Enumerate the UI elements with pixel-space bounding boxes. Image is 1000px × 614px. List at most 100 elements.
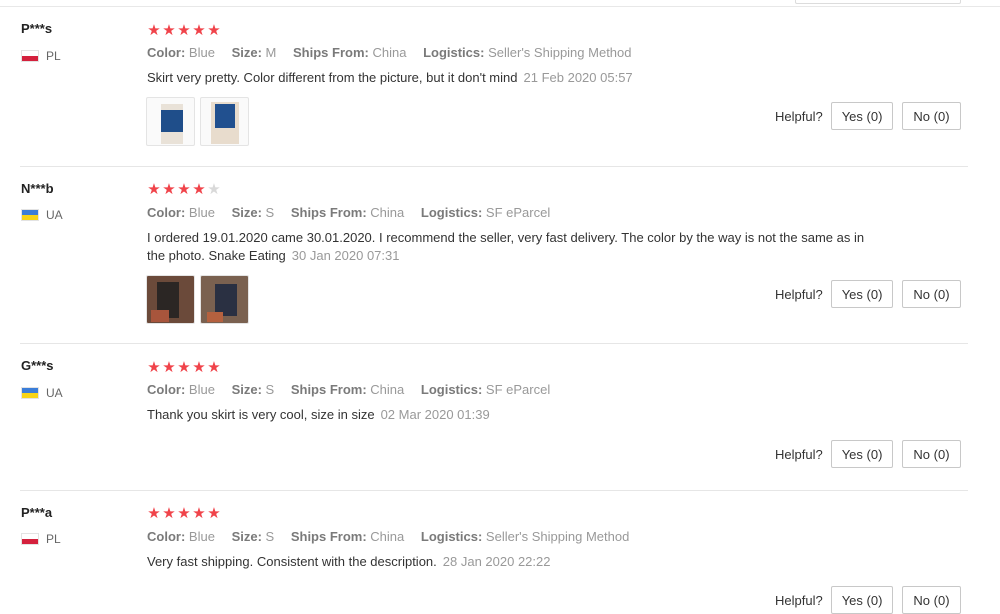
logistics-label: Logistics:	[423, 45, 485, 60]
review-text: Very fast shipping. Consistent with the …	[147, 553, 887, 571]
size-label: Size:	[231, 205, 262, 220]
reviewer-name: G***s	[21, 358, 54, 373]
helpful-yes-button[interactable]: Yes (0)	[830, 280, 894, 308]
star-icon: ★	[177, 181, 191, 198]
color-value: Blue	[188, 382, 215, 397]
sort-dropdown[interactable]	[795, 0, 961, 4]
star-icon: ★	[207, 22, 221, 39]
helpful-vote-row: Helpful? Yes (0) No (0)	[775, 440, 961, 468]
review-photo-thumbnail[interactable]	[146, 275, 195, 324]
star-icon: ★	[162, 22, 176, 39]
review-sku-info: Color: Blue Size: M Ships From: China Lo…	[147, 45, 645, 60]
star-icon: ★	[192, 22, 206, 39]
poland-flag-icon	[21, 50, 39, 62]
review-text: I ordered 19.01.2020 came 30.01.2020. I …	[147, 229, 872, 265]
ships-from-value: China	[370, 529, 405, 544]
reviewer-country: PL	[21, 532, 61, 546]
reviewer-name: N***b	[21, 181, 54, 196]
ships-from-label: Ships From:	[290, 205, 367, 220]
logistics-label: Logistics:	[420, 205, 483, 220]
star-empty-icon: ★	[207, 181, 221, 198]
star-icon: ★	[192, 505, 206, 522]
star-icon: ★	[147, 359, 161, 376]
ships-from-label: Ships From:	[290, 382, 367, 397]
review-body: Skirt very pretty. Color different from …	[147, 70, 518, 85]
star-rating: ★ ★ ★ ★ ★	[147, 22, 221, 39]
size-value: S	[265, 205, 275, 220]
review-date: 02 Mar 2020 01:39	[380, 407, 490, 422]
review-photo-thumbnail[interactable]	[200, 97, 249, 146]
country-code: PL	[46, 49, 61, 63]
star-icon: ★	[192, 181, 206, 198]
star-rating: ★ ★ ★ ★ ★	[147, 359, 221, 376]
review-divider	[20, 166, 968, 167]
poland-flag-icon	[21, 533, 39, 545]
helpful-vote-row: Helpful? Yes (0) No (0)	[775, 280, 961, 308]
star-icon: ★	[177, 22, 191, 39]
helpful-label: Helpful?	[775, 108, 823, 124]
logistics-value: Seller's Shipping Method	[485, 529, 630, 544]
reviewer-name: P***a	[21, 505, 53, 520]
star-icon: ★	[192, 359, 206, 376]
logistics-value: Seller's Shipping Method	[488, 45, 632, 60]
country-code: UA	[46, 208, 63, 222]
star-icon: ★	[162, 505, 176, 522]
review-photo-thumbnail[interactable]	[146, 97, 195, 146]
star-rating: ★ ★ ★ ★ ★	[147, 181, 221, 198]
star-icon: ★	[162, 359, 176, 376]
size-label: Size:	[231, 382, 262, 397]
review-date: 21 Feb 2020 05:57	[523, 70, 633, 85]
star-icon: ★	[177, 359, 191, 376]
review-sku-info: Color: Blue Size: S Ships From: China Lo…	[147, 382, 563, 397]
logistics-label: Logistics:	[420, 382, 483, 397]
helpful-yes-button[interactable]: Yes (0)	[830, 586, 894, 614]
size-label: Size:	[231, 529, 262, 544]
reviewer-name: P***s	[21, 21, 53, 36]
ships-from-value: China	[372, 45, 407, 60]
helpful-no-button[interactable]: No (0)	[902, 440, 961, 468]
reviewer-country: UA	[21, 208, 63, 222]
helpful-yes-button[interactable]: Yes (0)	[830, 440, 894, 468]
star-icon: ★	[147, 181, 161, 198]
size-value: M	[265, 45, 277, 60]
ukraine-flag-icon	[21, 209, 39, 221]
helpful-no-button[interactable]: No (0)	[902, 102, 961, 130]
review-photos	[146, 97, 249, 146]
country-code: PL	[46, 532, 61, 546]
review-sku-info: Color: Blue Size: S Ships From: China Lo…	[147, 205, 563, 220]
star-icon: ★	[207, 505, 221, 522]
color-value: Blue	[188, 45, 215, 60]
helpful-label: Helpful?	[775, 446, 823, 462]
review-text: Thank you skirt is very cool, size in si…	[147, 406, 887, 424]
size-value: S	[265, 382, 275, 397]
size-label: Size:	[231, 45, 262, 60]
star-icon: ★	[147, 22, 161, 39]
color-label: Color:	[147, 382, 186, 397]
helpful-vote-row: Helpful? Yes (0) No (0)	[775, 102, 961, 130]
ships-from-label: Ships From:	[290, 529, 367, 544]
size-value: S	[265, 529, 275, 544]
review-body: Thank you skirt is very cool, size in si…	[147, 407, 375, 422]
color-value: Blue	[188, 205, 215, 220]
helpful-yes-button[interactable]: Yes (0)	[830, 102, 894, 130]
review-photo-thumbnail[interactable]	[200, 275, 249, 324]
review-divider	[20, 490, 968, 491]
logistics-label: Logistics:	[420, 529, 483, 544]
star-icon: ★	[147, 505, 161, 522]
review-body: I ordered 19.01.2020 came 30.01.2020. I …	[147, 230, 865, 263]
color-value: Blue	[188, 529, 215, 544]
helpful-vote-row: Helpful? Yes (0) No (0)	[775, 586, 961, 614]
review-body: Very fast shipping. Consistent with the …	[147, 554, 437, 569]
logistics-value: SF eParcel	[485, 382, 551, 397]
star-rating: ★ ★ ★ ★ ★	[147, 505, 221, 522]
helpful-no-button[interactable]: No (0)	[902, 280, 961, 308]
star-icon: ★	[207, 359, 221, 376]
review-date: 30 Jan 2020 07:31	[291, 248, 400, 263]
helpful-label: Helpful?	[775, 286, 823, 302]
helpful-no-button[interactable]: No (0)	[902, 586, 961, 614]
country-code: UA	[46, 386, 63, 400]
review-sku-info: Color: Blue Size: S Ships From: China Lo…	[147, 529, 642, 544]
helpful-label: Helpful?	[775, 592, 823, 608]
ships-from-value: China	[370, 382, 405, 397]
review-date: 28 Jan 2020 22:22	[442, 554, 551, 569]
